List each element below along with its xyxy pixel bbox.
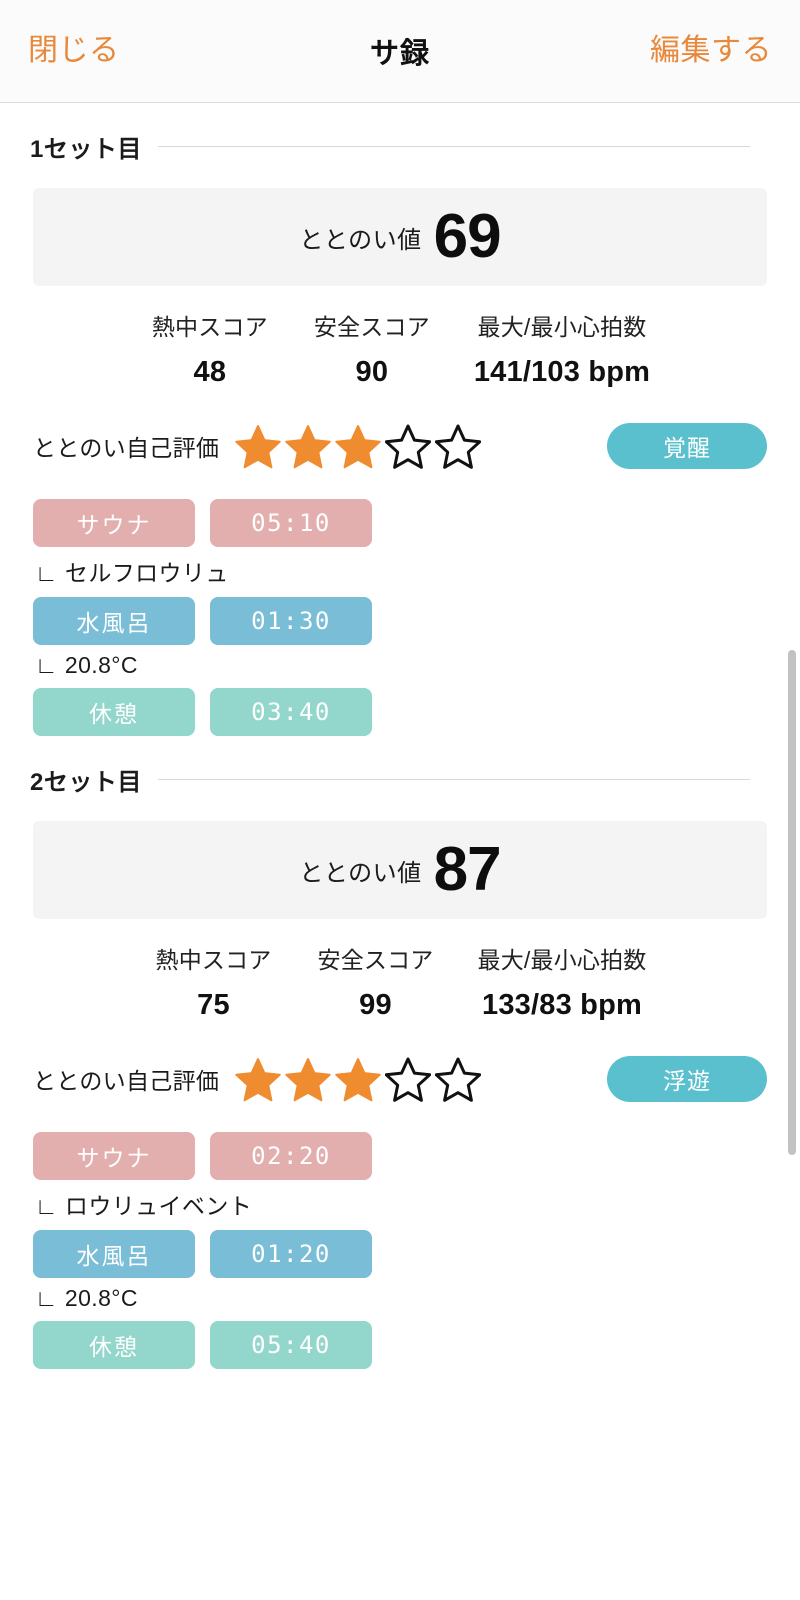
- stat-heat-score: 熱中スコア 75: [154, 941, 274, 1022]
- activity-list: サウナ 02:20 ∟ ロウリュイベント 水風呂 01:20 ∟ 20.8°C 休憩 05:40: [0, 1132, 800, 1369]
- set-title: 1セット目: [30, 136, 142, 163]
- activity-duration-chip[interactable]: 01:30: [210, 597, 372, 645]
- activity-name-chip[interactable]: 水風呂: [33, 1230, 195, 1278]
- star-filled-icon[interactable]: [235, 423, 281, 469]
- activity-name-chip[interactable]: 休憩: [33, 688, 195, 736]
- totonoi-score-value: 87: [433, 835, 502, 904]
- activity-row: 休憩 05:40: [33, 1321, 767, 1369]
- stat-heat-score-label: 熱中スコア: [151, 314, 268, 340]
- activity-note: ∟ ロウリュイベント: [35, 1187, 767, 1221]
- activity-note: ∟ 20.8°C: [35, 652, 767, 679]
- activity-name-chip[interactable]: 水風呂: [33, 597, 195, 645]
- corner-marker-icon: ∟: [35, 1285, 58, 1311]
- activity-note-text: 20.8°C: [64, 1285, 138, 1311]
- stat-safety-score-label: 安全スコア: [313, 314, 430, 340]
- mood-badge[interactable]: 浮遊: [607, 1056, 767, 1102]
- stat-heat-score: 熱中スコア 48: [150, 308, 270, 389]
- stat-heat-score-label: 熱中スコア: [155, 947, 272, 973]
- star-empty-icon[interactable]: [435, 1056, 482, 1102]
- activity-row: サウナ 05:10: [33, 499, 767, 547]
- rating-stars[interactable]: [235, 1056, 482, 1102]
- stat-heart-rate-value: 133/83 bpm: [482, 989, 642, 1021]
- activity-name-chip[interactable]: サウナ: [33, 1132, 195, 1180]
- star-empty-icon[interactable]: [385, 423, 432, 469]
- stat-safety-score-value: 90: [355, 356, 389, 388]
- totonoi-score-value: 69: [433, 202, 502, 271]
- stats-row: 熱中スコア 75 安全スコア 99 最大/最小心拍数 133/83 bpm: [0, 941, 800, 1022]
- activity-duration-chip[interactable]: 05:10: [210, 499, 372, 547]
- activity-row: サウナ 02:20: [33, 1132, 767, 1180]
- activity-name-chip[interactable]: 休憩: [33, 1321, 195, 1369]
- activity-duration-chip[interactable]: 03:40: [210, 688, 372, 736]
- stat-heart-rate-value: 141/103 bpm: [473, 356, 651, 388]
- activity-note-text: ロウリュイベント: [64, 1193, 253, 1219]
- navigation-bar: 閉じる サ録 編集する: [0, 0, 800, 103]
- rating-row: ととのい自己評価 浮遊: [0, 1056, 800, 1102]
- stat-safety-score: 安全スコア 90: [312, 308, 432, 389]
- activity-duration-chip[interactable]: 02:20: [210, 1132, 372, 1180]
- totonoi-score-card: ととのい値 69: [33, 188, 767, 286]
- star-empty-icon[interactable]: [435, 423, 482, 469]
- stat-heart-rate-label: 最大/最小心拍数: [477, 314, 647, 340]
- totonoi-score-card: ととのい値 87: [33, 821, 767, 919]
- rating-row: ととのい自己評価 覚醒: [0, 423, 800, 469]
- activity-note-text: セルフロウリュ: [64, 560, 229, 586]
- activity-row: 休憩 03:40: [33, 688, 767, 736]
- mood-badge[interactable]: 覚醒: [607, 423, 767, 469]
- sauna-record-screen: 閉じる サ録 編集する 1セット目ととのい値 69 熱中スコア 48 安全スコア 90 最大…: [0, 0, 800, 1600]
- star-filled-icon[interactable]: [335, 423, 381, 469]
- activity-row: 水風呂 01:20: [33, 1230, 767, 1278]
- totonoi-score-label: ととのい値: [299, 226, 422, 254]
- stat-safety-score-value: 99: [359, 989, 392, 1021]
- set-section-header: 1セット目: [0, 129, 800, 164]
- rating-stars[interactable]: [235, 423, 482, 469]
- stat-heart-rate-label: 最大/最小心拍数: [477, 947, 647, 973]
- activity-duration-chip[interactable]: 01:20: [210, 1230, 372, 1278]
- set-section-header: 2セット目: [0, 762, 800, 797]
- close-button[interactable]: 閉じる: [26, 30, 122, 72]
- section-divider: [157, 146, 750, 147]
- activity-note: ∟ セルフロウリュ: [35, 554, 767, 588]
- stats-row: 熱中スコア 48 安全スコア 90 最大/最小心拍数 141/103 bpm: [0, 308, 800, 389]
- star-empty-icon[interactable]: [385, 1056, 432, 1102]
- activity-note-text: 20.8°C: [64, 652, 138, 678]
- stat-heat-score-value: 75: [197, 989, 230, 1021]
- activity-row: 水風呂 01:30: [33, 597, 767, 645]
- rating-label: ととのい自己評価: [33, 435, 220, 461]
- rating-label: ととのい自己評価: [33, 1068, 220, 1094]
- edit-button[interactable]: 編集する: [648, 30, 774, 72]
- star-filled-icon[interactable]: [335, 1056, 381, 1102]
- corner-marker-icon: ∟: [35, 560, 58, 586]
- star-filled-icon[interactable]: [235, 1056, 281, 1102]
- activity-name-chip[interactable]: サウナ: [33, 499, 195, 547]
- stat-heart-rate: 最大/最小心拍数 133/83 bpm: [478, 941, 647, 1022]
- star-filled-icon[interactable]: [285, 423, 331, 469]
- stat-heat-score-value: 48: [193, 356, 227, 388]
- record-scroll-area[interactable]: 1セット目ととのい値 69 熱中スコア 48 安全スコア 90 最大/最小心拍数 141/10…: [0, 103, 800, 1600]
- totonoi-score-label: ととのい値: [299, 859, 422, 887]
- corner-marker-icon: ∟: [35, 652, 58, 678]
- set-block: 1セット目ととのい値 69 熱中スコア 48 安全スコア 90 最大/最小心拍数 141/10…: [0, 129, 800, 736]
- stat-safety-score-label: 安全スコア: [317, 947, 434, 973]
- set-title: 2セット目: [30, 769, 142, 796]
- star-filled-icon[interactable]: [285, 1056, 331, 1102]
- corner-marker-icon: ∟: [35, 1193, 58, 1219]
- section-divider: [157, 779, 750, 780]
- activity-list: サウナ 05:10 ∟ セルフロウリュ 水風呂 01:30 ∟ 20.8°C 休憩 03:40: [0, 499, 800, 736]
- activity-note: ∟ 20.8°C: [35, 1285, 767, 1312]
- stat-heart-rate: 最大/最小心拍数 141/103 bpm: [474, 308, 650, 389]
- scrollbar-thumb[interactable]: [788, 650, 796, 1155]
- stat-safety-score: 安全スコア 99: [316, 941, 436, 1022]
- activity-duration-chip[interactable]: 05:40: [210, 1321, 372, 1369]
- set-block: 2セット目ととのい値 87 熱中スコア 75 安全スコア 99 最大/最小心拍数 133/83…: [0, 762, 800, 1369]
